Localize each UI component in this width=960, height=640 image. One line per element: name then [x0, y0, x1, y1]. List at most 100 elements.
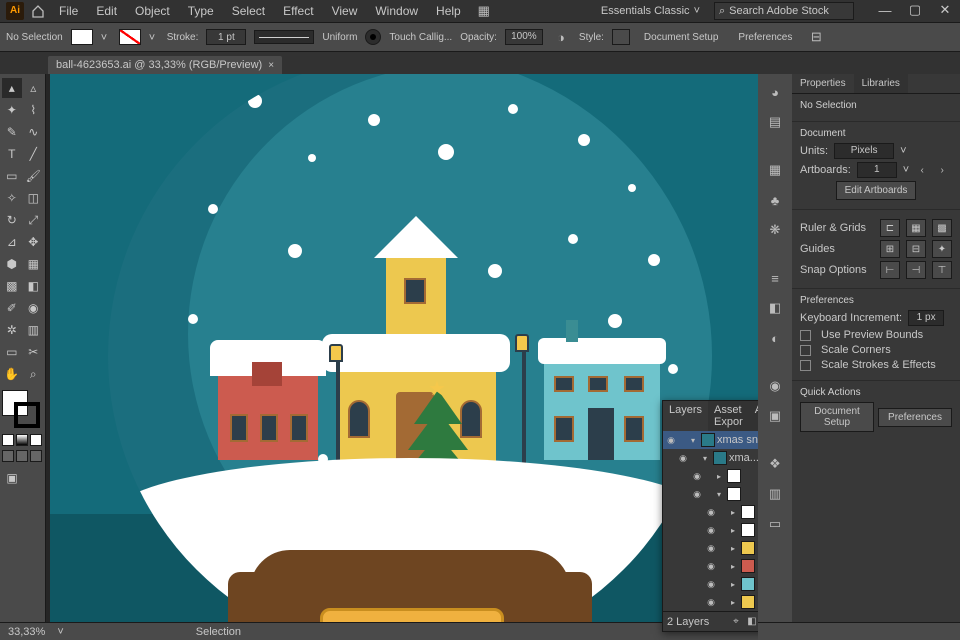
layer-row[interactable]: ◉ ▾ xma...: [663, 449, 758, 467]
graphic-styles-icon[interactable]: ▣: [765, 406, 785, 426]
slice-tool[interactable]: ✂: [24, 342, 44, 362]
symbol-sprayer-tool[interactable]: ✲: [2, 320, 22, 340]
disclosure-icon[interactable]: ▸: [717, 472, 725, 481]
zoom-tool[interactable]: ⌕: [24, 364, 44, 384]
blend-tool[interactable]: ◉: [24, 298, 44, 318]
menu-object[interactable]: Object: [128, 2, 177, 20]
disclosure-icon[interactable]: ▸: [731, 598, 739, 607]
document-tab[interactable]: ball-4623653.ai @ 33,33% (RGB/Preview) ×: [48, 56, 282, 74]
layers-panel-icon[interactable]: ❖: [765, 454, 785, 474]
menu-edit[interactable]: Edit: [89, 2, 124, 20]
color-mode-icon[interactable]: [2, 434, 14, 446]
column-graph-tool[interactable]: ▥: [24, 320, 44, 340]
layer-row[interactable]: ◉▾: [663, 485, 758, 503]
canvas-area[interactable]: ★ Layers Asset Expor Artboards »: [46, 74, 758, 640]
chevron-down-icon[interactable]: ˅: [900, 145, 906, 157]
units-dropdown[interactable]: Pixels: [834, 143, 894, 159]
variable-width-profile[interactable]: [254, 30, 314, 44]
artboards-dropdown[interactable]: 1: [857, 162, 897, 178]
visibility-icon[interactable]: ◉: [677, 453, 689, 464]
menu-window[interactable]: Window: [368, 2, 425, 20]
search-stock-input[interactable]: ⌕ Search Adobe Stock: [714, 2, 854, 20]
disclosure-icon[interactable]: ▸: [731, 562, 739, 571]
chevron-down-icon[interactable]: ˅: [101, 32, 111, 42]
close-button[interactable]: ✕: [930, 0, 960, 20]
gradient-tool[interactable]: ◧: [24, 276, 44, 296]
artboards-panel-icon[interactable]: ▭: [765, 514, 785, 534]
maximize-button[interactable]: ▢: [900, 0, 930, 20]
color-panel-icon[interactable]: ◕: [765, 82, 785, 102]
layer-row[interactable]: ◉▸: [663, 557, 758, 575]
direct-selection-tool[interactable]: ▵: [24, 78, 44, 98]
scale-tool[interactable]: ⤢: [24, 210, 44, 230]
snap-point-icon[interactable]: ⊢: [880, 261, 900, 279]
next-artboard-icon[interactable]: ›: [935, 163, 949, 177]
visibility-icon[interactable]: ◉: [705, 543, 717, 554]
gradient-mode-icon[interactable]: [16, 434, 28, 446]
shaper-tool[interactable]: ✧: [2, 188, 22, 208]
layer-row[interactable]: ◉▸: [663, 575, 758, 593]
mesh-tool[interactable]: ▩: [2, 276, 22, 296]
brushes-panel-icon[interactable]: ♣: [765, 190, 785, 210]
stroke-swatch[interactable]: [119, 29, 141, 45]
symbols-panel-icon[interactable]: ❋: [765, 220, 785, 240]
layer-row[interactable]: ◉▸: [663, 593, 758, 611]
chevron-down-icon[interactable]: ˅: [903, 164, 909, 176]
snap-grid-icon[interactable]: ⊣: [906, 261, 926, 279]
eraser-tool[interactable]: ◫: [24, 188, 44, 208]
draw-behind-icon[interactable]: [16, 450, 28, 462]
document-setup-button[interactable]: Document Setup: [638, 30, 725, 45]
tab-properties[interactable]: Properties: [792, 74, 854, 93]
line-segment-tool[interactable]: ╱: [24, 144, 44, 164]
selection-tool[interactable]: ▴: [2, 78, 22, 98]
magic-wand-tool[interactable]: ✦: [2, 100, 22, 120]
disclosure-icon[interactable]: ▸: [731, 526, 739, 535]
smart-guides-icon[interactable]: ✦: [932, 240, 952, 258]
prev-artboard-icon[interactable]: ‹: [915, 163, 929, 177]
ruler-icon[interactable]: ⊏: [880, 219, 900, 237]
asset-export-icon[interactable]: ▥: [765, 484, 785, 504]
snap-pixel-icon[interactable]: ⊤: [932, 261, 952, 279]
visibility-icon[interactable]: ◉: [705, 507, 717, 518]
width-tool[interactable]: ⊿: [2, 232, 22, 252]
checkbox-preview-bounds[interactable]: [800, 330, 811, 341]
curvature-tool[interactable]: ∿: [24, 122, 44, 142]
brush-definition[interactable]: [365, 29, 381, 45]
perspective-tool[interactable]: ▦: [24, 254, 44, 274]
opacity-input[interactable]: 100%: [505, 29, 543, 45]
disclosure-icon[interactable]: ▾: [703, 454, 711, 463]
close-tab-icon[interactable]: ×: [268, 60, 274, 71]
transparency-grid-icon[interactable]: ▩: [932, 219, 952, 237]
recolor-icon[interactable]: ◑: [551, 27, 571, 47]
disclosure-icon[interactable]: ▸: [731, 544, 739, 553]
draw-inside-icon[interactable]: [30, 450, 42, 462]
layer-row[interactable]: ◉▸: [663, 521, 758, 539]
rotate-tool[interactable]: ↻: [2, 210, 22, 230]
none-mode-icon[interactable]: [30, 434, 42, 446]
visibility-icon[interactable]: ◉: [705, 579, 717, 590]
visibility-icon[interactable]: ◉: [705, 597, 717, 608]
fill-stroke-swatches[interactable]: [2, 390, 42, 430]
layer-row[interactable]: ◉▸: [663, 539, 758, 557]
visibility-icon[interactable]: ◉: [691, 471, 703, 482]
disclosure-icon[interactable]: ▾: [691, 436, 699, 445]
shape-builder-tool[interactable]: ⬢: [2, 254, 22, 274]
paintbrush-tool[interactable]: 🖌: [24, 166, 44, 186]
preferences-button[interactable]: Preferences: [732, 30, 798, 45]
arrange-docs-icon[interactable]: ▦: [474, 1, 494, 21]
disclosure-icon[interactable]: ▾: [717, 490, 725, 499]
keyboard-increment-input[interactable]: 1 px: [908, 310, 944, 326]
transparency-panel-icon[interactable]: ◐: [765, 328, 785, 348]
free-transform-tool[interactable]: ✥: [24, 232, 44, 252]
visibility-icon[interactable]: ◉: [691, 489, 703, 500]
layers-panel[interactable]: Layers Asset Expor Artboards » ◉ ▾ xmas …: [662, 400, 758, 632]
locate-object-icon[interactable]: ⌖: [729, 615, 743, 629]
visibility-icon[interactable]: ◉: [705, 561, 717, 572]
minimize-button[interactable]: —: [870, 0, 900, 20]
qa-preferences-button[interactable]: Preferences: [878, 408, 952, 427]
menu-help[interactable]: Help: [429, 2, 468, 20]
checkbox-scale-corners[interactable]: [800, 345, 811, 356]
visibility-icon[interactable]: ◉: [665, 435, 677, 446]
hand-tool[interactable]: ✋: [2, 364, 22, 384]
tab-asset-export[interactable]: Asset Expor: [708, 401, 749, 431]
